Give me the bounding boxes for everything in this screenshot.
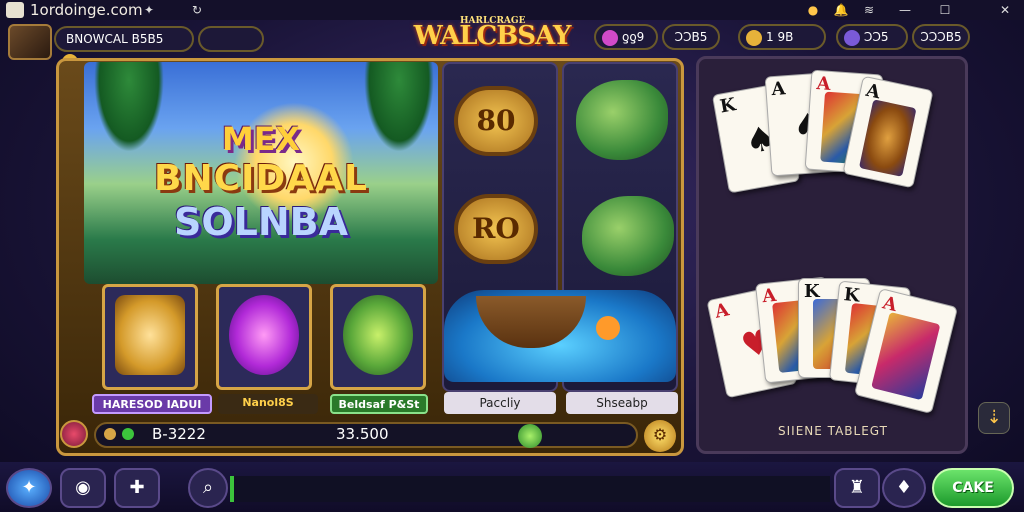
window-maximize-button[interactable]: ☐	[936, 1, 954, 19]
site-favicon-icon	[6, 2, 24, 18]
tile-label-1: HARESOD IADUI	[92, 394, 212, 414]
refresh-icon[interactable]: ↻	[188, 1, 206, 19]
gem-icon	[122, 428, 134, 440]
progress-bar	[230, 476, 830, 502]
shield-button[interactable]: ♦	[882, 468, 926, 508]
clover-icon[interactable]	[518, 424, 542, 448]
ruby-gem-button[interactable]	[60, 420, 88, 448]
puzzle-icon[interactable]: ✦	[140, 1, 158, 19]
coin-icon	[104, 428, 116, 440]
gold-icon	[746, 29, 762, 46]
settings-coin-button[interactable]: ⚙	[644, 420, 676, 452]
gold-stat-value: 1 9B	[766, 30, 794, 44]
promo-scene[interactable]: MEX BNCIDAAL SOLNBA	[84, 62, 438, 284]
bucket-icon	[115, 295, 185, 375]
promo-title-line-2: BNCIDAAL	[154, 158, 368, 199]
shield-icon	[844, 29, 860, 46]
fish-icon[interactable]	[582, 196, 674, 276]
card-face-art	[871, 311, 941, 401]
ticket-stat[interactable]: ƆƆƆB5	[912, 24, 970, 50]
promo-title-line-1: MEX	[221, 120, 301, 158]
player-name: BNOWCAL B5B5	[66, 32, 164, 46]
badge-ro[interactable]: RO	[454, 194, 538, 264]
fish-tile[interactable]	[330, 284, 426, 390]
promo-title-line-3: SOLNBA	[173, 200, 349, 244]
player-name-pill[interactable]: BNOWCAL B5B5	[54, 26, 194, 70]
tile-label-3: Beldsaf P&St	[330, 394, 428, 414]
balance-bar: B-3222 33.500	[94, 422, 638, 448]
tile-label-2: Nanol8S	[218, 394, 318, 414]
coin-icon[interactable]: ●	[804, 1, 822, 19]
fish-icon[interactable]	[576, 80, 668, 160]
player-avatar[interactable]	[8, 24, 52, 60]
logo-subtitle: HARLCRAGE	[460, 16, 526, 26]
card-rank: A	[770, 78, 787, 101]
window-minimize-button[interactable]: —	[896, 1, 914, 19]
card-face-art	[858, 99, 917, 177]
column-left-label[interactable]: Paccliy	[444, 392, 556, 414]
shield-stat[interactable]: ƆƆ5	[836, 24, 908, 50]
bucket-tile[interactable]	[102, 284, 198, 390]
bell-icon[interactable]: 🔔	[832, 1, 850, 19]
home-button[interactable]: ✦	[6, 468, 52, 508]
card-panel-label: SIIENE TABLEGT	[778, 424, 888, 438]
gem-stat[interactable]: ƍƍ9	[594, 24, 658, 50]
down-arrow-button[interactable]: ⇣	[978, 402, 1010, 434]
games-button[interactable]: ✚	[114, 468, 160, 508]
energy-stat[interactable]: ƆƆB5	[662, 24, 720, 50]
camera-button[interactable]: ◉	[60, 468, 106, 508]
card-rank: K	[718, 94, 738, 118]
wifi-icon: ≋	[863, 3, 875, 17]
search-button[interactable]: ⌕	[188, 468, 228, 508]
potion-tile[interactable]	[216, 284, 312, 390]
ticket-stat-value: ƆƆƆB5	[920, 30, 962, 44]
gem-stat-value: ƍƍ9	[622, 30, 645, 44]
trophy-button[interactable]: ♜	[834, 468, 880, 508]
potion-icon	[229, 295, 299, 375]
badge-80[interactable]: 80	[454, 86, 538, 156]
balance-id: B-3222	[152, 425, 206, 443]
site-address[interactable]: 1ordoinge.com	[30, 0, 143, 20]
gem-icon	[602, 29, 618, 46]
window-close-button[interactable]: ✕	[996, 1, 1014, 19]
fish-icon	[343, 295, 413, 375]
empty-pill[interactable]	[198, 26, 264, 52]
energy-stat-value: ƆƆB5	[674, 30, 708, 44]
column-right-label[interactable]: Shseabp	[566, 392, 678, 414]
shield-stat-value: ƆƆ5	[864, 30, 889, 44]
gold-stat[interactable]: 1 9B	[738, 24, 826, 50]
float-bobber-icon	[596, 316, 620, 340]
cta-button[interactable]: CAKE	[932, 468, 1014, 508]
card-rank: A	[712, 299, 731, 323]
balance-amount: 33.500	[336, 425, 389, 443]
game-logo: HARLCRAGE WALCBSAY	[410, 16, 574, 54]
